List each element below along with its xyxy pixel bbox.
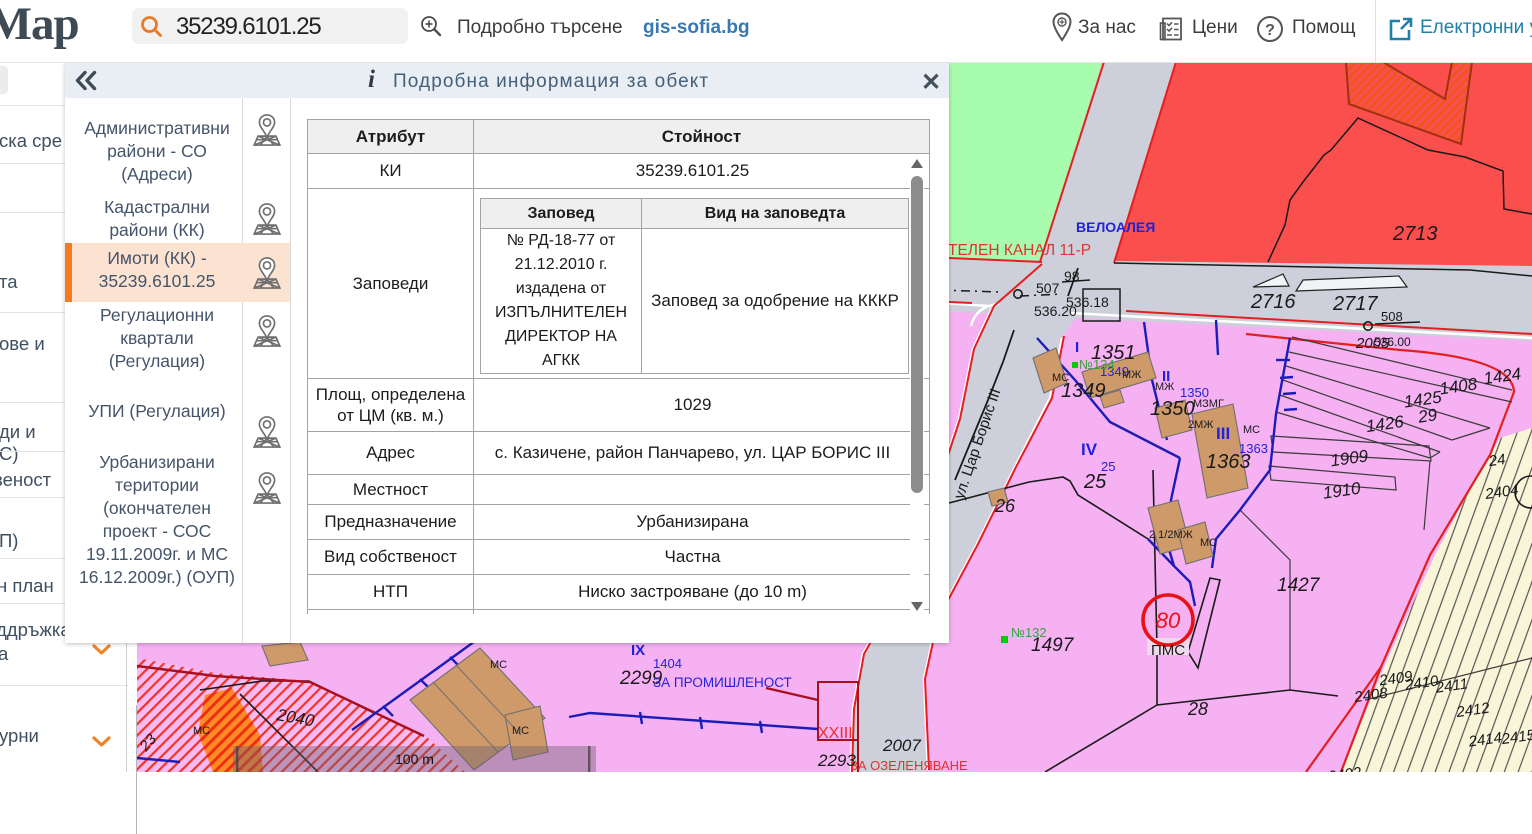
svg-text:1363: 1363	[1239, 441, 1268, 456]
svg-text:2МЖ: 2МЖ	[1188, 419, 1213, 431]
svg-text:ТЕЛЕН КАНАЛ 11-Р: ТЕЛЕН КАНАЛ 11-Р	[948, 242, 1091, 259]
svg-text:1404: 1404	[653, 656, 682, 671]
svg-text:МС: МС	[1200, 537, 1217, 549]
svg-text:26: 26	[994, 496, 1016, 516]
svg-text:№134: №134	[1079, 357, 1115, 372]
svg-text:МЖ: МЖ	[1155, 381, 1174, 393]
svg-text:98: 98	[1064, 268, 1080, 284]
svg-text:?: ?	[1265, 22, 1275, 39]
svg-text:III: III	[1216, 424, 1230, 443]
svg-text:ВЕЛОАЛЕЯ: ВЕЛОАЛЕЯ	[1076, 219, 1155, 235]
svg-text:508: 508	[1381, 309, 1403, 324]
svg-text:ЗА ОЗЕЛЕНЯВАНЕ: ЗА ОЗЕЛЕНЯВАНЕ	[850, 758, 968, 772]
svg-text:24: 24	[1487, 451, 1507, 470]
svg-text:ЗА ПРОМИШЛЕНОСТ: ЗА ПРОМИШЛЕНОСТ	[653, 675, 792, 690]
svg-text:I: I	[1075, 339, 1079, 356]
svg-text:80: 80	[1156, 608, 1181, 633]
svg-text:2716: 2716	[1250, 291, 1296, 313]
svg-text:XXIII: XXIII	[818, 725, 853, 742]
svg-text:МС: МС	[1052, 372, 1069, 384]
svg-text:МЗМГ: МЗМГ	[1193, 398, 1224, 410]
svg-text:2 1/2МЖ: 2 1/2МЖ	[1149, 529, 1193, 541]
svg-text:25: 25	[1101, 459, 1115, 474]
svg-text:№132: №132	[1011, 625, 1047, 640]
svg-text:536.20: 536.20	[1034, 303, 1077, 319]
svg-text:МС: МС	[490, 659, 507, 671]
svg-text:29: 29	[1416, 405, 1439, 427]
svg-text:IX: IX	[631, 642, 645, 659]
svg-text:МС: МС	[1243, 424, 1260, 436]
svg-text:536.00: 536.00	[1374, 335, 1411, 349]
svg-text:IV: IV	[1081, 440, 1098, 459]
svg-text:100 m: 100 m	[395, 751, 434, 767]
svg-text:МС: МС	[193, 725, 210, 737]
svg-text:1427: 1427	[1277, 575, 1321, 596]
svg-text:ПМС: ПМС	[1151, 642, 1185, 659]
svg-text:28: 28	[1187, 699, 1208, 719]
svg-text:2713: 2713	[1392, 223, 1438, 245]
svg-text:1350: 1350	[1150, 398, 1195, 420]
svg-text:507: 507	[1036, 280, 1060, 296]
svg-text:МС: МС	[512, 725, 529, 737]
svg-text:МЖ: МЖ	[1122, 369, 1141, 381]
svg-text:2007: 2007	[882, 736, 921, 755]
svg-text:25: 25	[1083, 471, 1107, 493]
svg-text:2717: 2717	[1332, 293, 1378, 315]
